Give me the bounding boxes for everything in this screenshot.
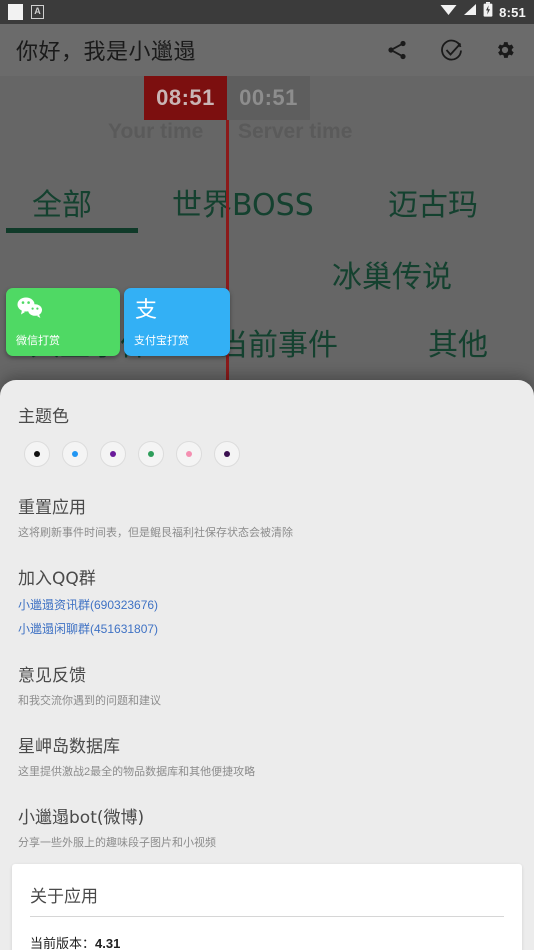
tab-all[interactable]: 全部 — [32, 180, 92, 224]
your-time-value: 08:51 — [144, 76, 227, 120]
theme-swatch-2[interactable] — [62, 441, 88, 467]
feedback-section[interactable]: 意见反馈 和我交流你遇到的问题和建议 — [18, 661, 516, 708]
your-time-label: Your time — [108, 120, 204, 143]
theme-color-swatches — [24, 441, 516, 467]
page-title: 你好，我是小邋遢 — [16, 40, 197, 65]
event-ice-nest[interactable]: 冰巢传说 — [332, 252, 452, 296]
theme-swatch-5[interactable] — [176, 441, 202, 467]
bot-section[interactable]: 小邋遢bot(微博) 分享一些外服上的趣味段子图片和小视频 — [18, 803, 516, 850]
database-title: 星岬岛数据库 — [18, 737, 120, 757]
alipay-icon: 支 — [134, 296, 220, 322]
qq-link-chat[interactable]: 小邋遢闲聊群(451631807) — [18, 620, 516, 637]
status-bar-clock: 8:51 — [499, 4, 526, 20]
reset-app-section[interactable]: 重置应用 这将刷新事件时间表，但是鲲艮福利社保存状态会被清除 — [18, 493, 516, 540]
tab-indicator — [6, 228, 138, 233]
database-section[interactable]: 星岬岛数据库 这里提供激战2最全的物品数据库和其他便捷攻略 — [18, 732, 516, 779]
status-bar: A 8:51 — [0, 0, 534, 24]
gear-icon[interactable] — [492, 37, 518, 63]
qq-group-section: 加入QQ群 小邋遢资讯群(690323676) 小邋遢闲聊群(451631807… — [18, 564, 516, 637]
share-icon[interactable] — [384, 37, 410, 63]
bot-subtitle: 分享一些外服上的趣味段子图片和小视频 — [18, 837, 216, 849]
qq-group-title: 加入QQ群 — [18, 569, 96, 589]
about-card: 关于应用 当前版本：4.31 小邋遢是 Shiny丶Gaga 的闲暇作品 星岬岛… — [12, 864, 522, 950]
server-time-label: Server time — [238, 120, 353, 143]
about-version-label: 当前版本： — [30, 936, 96, 950]
app-toolbar: 你好，我是小邋遢 — [0, 24, 534, 76]
battery-charging-icon — [483, 2, 493, 22]
event-current[interactable]: 当前事件 — [218, 320, 338, 364]
qq-link-news[interactable]: 小邋遢资讯群(690323676) — [18, 596, 516, 613]
bot-title: 小邋遢bot(微博) — [18, 808, 145, 828]
check-circle-icon[interactable] — [438, 37, 464, 63]
theme-swatch-1[interactable] — [24, 441, 50, 467]
settings-sheet: 主题色 重置应用 这将刷新事件时间表，但是鲲艮福利社保存状态会被清除 加入QQ群… — [0, 380, 534, 950]
app-badge-icon: A — [31, 5, 44, 19]
alipay-donate-label: 支付宝打赏 — [134, 335, 189, 347]
database-subtitle: 这里提供激战2最全的物品数据库和其他便捷攻略 — [18, 766, 256, 778]
about-version-value: 4.31 — [95, 936, 121, 950]
svg-text:支: 支 — [135, 298, 157, 322]
reset-app-subtitle: 这将刷新事件时间表，但是鲲艮福利社保存状态会被清除 — [18, 527, 293, 539]
theme-swatch-3[interactable] — [100, 441, 126, 467]
reset-app-title: 重置应用 — [18, 498, 86, 518]
alipay-donate-card[interactable]: 支 支付宝打赏 — [124, 288, 230, 356]
feedback-subtitle: 和我交流你遇到的问题和建议 — [18, 695, 161, 707]
theme-swatch-6[interactable] — [214, 441, 240, 467]
server-time-value: 00:51 — [227, 76, 310, 120]
app-screen: 08:51 00:51 Your time Server time 全部 世界B… — [0, 0, 534, 950]
theme-swatch-4[interactable] — [138, 441, 164, 467]
tab-world-boss[interactable]: 世界BOSS — [172, 180, 314, 224]
wechat-donate-label: 微信打赏 — [16, 335, 60, 347]
wechat-donate-card[interactable]: 微信打赏 — [6, 288, 120, 356]
white-square-icon — [8, 4, 23, 20]
time-labels: Your time Server time — [0, 120, 534, 162]
event-other[interactable]: 其他 — [428, 320, 488, 364]
about-title: 关于应用 — [30, 882, 504, 917]
tab-maiguuma[interactable]: 迈古玛 — [388, 180, 478, 224]
time-bar: 08:51 00:51 — [0, 76, 534, 120]
theme-color-title: 主题色 — [18, 407, 69, 427]
theme-color-section: 主题色 — [18, 402, 516, 467]
signal-icon — [463, 3, 477, 21]
wifi-icon — [440, 3, 457, 21]
about-version-line: 当前版本：4.31 — [30, 933, 504, 950]
status-bar-right: 8:51 — [440, 2, 526, 22]
tab-row: 全部 世界BOSS 迈古玛 — [0, 162, 534, 240]
settings-sheet-content: 主题色 重置应用 这将刷新事件时间表，但是鲲艮福利社保存状态会被清除 加入QQ群… — [0, 380, 534, 850]
feedback-title: 意见反馈 — [18, 666, 86, 686]
toolbar-actions — [384, 37, 518, 63]
wechat-icon — [16, 296, 110, 322]
status-bar-left: A — [8, 4, 44, 20]
